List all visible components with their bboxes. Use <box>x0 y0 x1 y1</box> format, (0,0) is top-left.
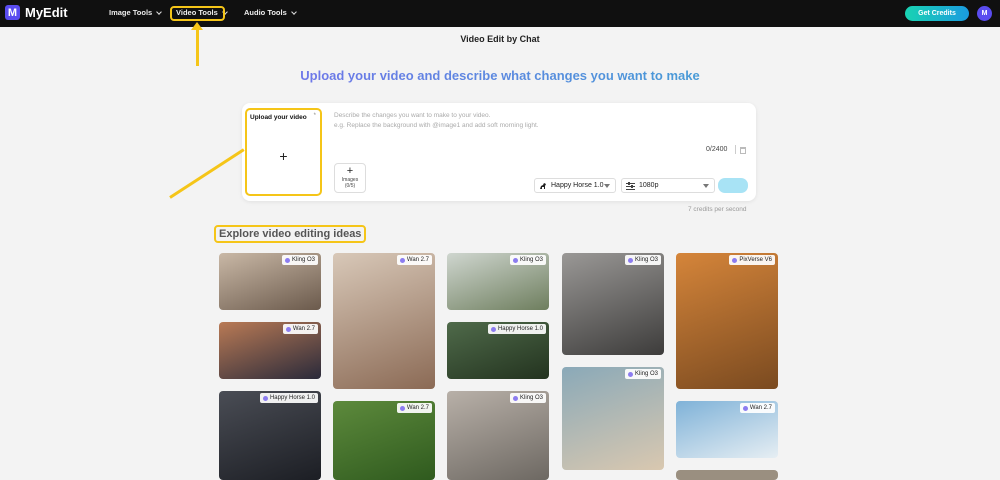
model-tag: Happy Horse 1.0 <box>487 324 546 334</box>
horse-icon <box>540 182 546 189</box>
video-tools-highlight <box>170 6 225 21</box>
gallery-tile-partial[interactable] <box>676 470 778 480</box>
annotation-arrow-vertical <box>196 26 199 66</box>
model-tag-label: Kling O3 <box>634 257 658 263</box>
model-tag: Kling O3 <box>509 393 546 403</box>
gallery-tile[interactable]: Kling O3 <box>219 253 321 310</box>
model-tag-label: Kling O3 <box>519 395 543 401</box>
upload-video-dropzone[interactable]: Upload your video * + <box>245 108 322 196</box>
model-tag-label: Kling O3 <box>634 371 658 377</box>
chevron-down-icon <box>703 184 709 188</box>
model-icon <box>399 405 405 411</box>
gallery-tile[interactable]: Wan 2.7 <box>333 253 435 389</box>
logo-text: MyEdit <box>25 5 68 20</box>
chevron-down-icon <box>604 184 610 188</box>
model-tag: Kling O3 <box>509 255 546 265</box>
model-tag-label: PixVerse V6 <box>739 257 772 263</box>
model-tag-label: Happy Horse 1.0 <box>497 326 543 332</box>
model-tag: Kling O3 <box>281 255 318 265</box>
gallery-tile[interactable]: Kling O3 <box>562 367 664 470</box>
model-tag: Kling O3 <box>624 255 661 265</box>
model-icon <box>512 257 518 263</box>
generate-button[interactable] <box>718 178 748 193</box>
images-count: (0/5) <box>344 183 356 189</box>
logo-mark-icon: M <box>5 5 20 20</box>
gallery-tile[interactable]: PixVerse V6 <box>676 253 778 389</box>
model-tag: Wan 2.7 <box>396 403 432 413</box>
gallery-tile[interactable]: Wan 2.7 <box>676 401 778 458</box>
top-nav-bar: M MyEdit Image Tools Video Tools Audio T… <box>0 0 1000 27</box>
upload-label: Upload your video <box>250 114 307 121</box>
page-headline: Upload your video and describe what chan… <box>0 68 1000 83</box>
gallery-tile[interactable]: Kling O3 <box>447 253 549 310</box>
model-tag: Happy Horse 1.0 <box>259 393 318 403</box>
divider <box>735 145 736 154</box>
gallery-tile[interactable]: Wan 2.7 <box>219 322 321 379</box>
gallery-tile[interactable]: Kling O3 <box>562 253 664 355</box>
gallery-tile[interactable]: Happy Horse 1.0 <box>219 391 321 480</box>
resolution-select-value: 1080p <box>639 182 659 189</box>
credits-note: 7 credits per second <box>688 206 747 213</box>
model-tag-label: Kling O3 <box>519 257 543 263</box>
chevron-down-icon <box>290 8 297 15</box>
model-tag: Wan 2.7 <box>396 255 432 265</box>
model-icon <box>490 326 496 332</box>
model-icon <box>732 257 738 263</box>
prompt-input-example: e.g. Replace the background with @image1… <box>334 122 539 129</box>
nav-image-tools-label: Image Tools <box>109 8 153 17</box>
nav-audio-tools[interactable]: Audio Tools <box>244 8 297 17</box>
gallery-tile[interactable]: Kling O3 <box>447 391 549 480</box>
model-icon <box>627 371 633 377</box>
model-select-value: Happy Horse 1.0 <box>551 182 604 189</box>
logo[interactable]: M MyEdit <box>5 5 68 20</box>
model-icon <box>285 326 291 332</box>
plus-icon: + <box>279 148 288 164</box>
model-tag: Kling O3 <box>624 369 661 379</box>
model-tag-label: Wan 2.7 <box>406 257 429 263</box>
trash-icon[interactable] <box>740 147 746 154</box>
model-icon <box>262 395 268 401</box>
character-counter: 0/2400 <box>706 146 728 153</box>
sliders-icon <box>626 181 635 190</box>
required-marker: * <box>313 113 316 119</box>
add-images-button[interactable]: + Images (0/5) <box>334 163 366 193</box>
model-select[interactable]: Happy Horse 1.0 <box>534 178 616 193</box>
model-icon <box>627 257 633 263</box>
nav-audio-tools-label: Audio Tools <box>244 8 287 17</box>
avatar[interactable]: M <box>977 6 992 21</box>
explore-section-title: Explore video editing ideas <box>214 225 367 243</box>
plus-icon: + <box>346 165 354 177</box>
get-credits-button[interactable]: Get Credits <box>905 6 969 21</box>
model-icon <box>512 395 518 401</box>
model-tag-label: Wan 2.7 <box>749 405 772 411</box>
chevron-down-icon <box>156 8 163 15</box>
annotation-arrow-diagonal <box>169 148 245 199</box>
gallery-tile[interactable]: Wan 2.7 <box>333 401 435 480</box>
model-tag-label: Wan 2.7 <box>406 405 429 411</box>
model-tag-label: Wan 2.7 <box>292 326 315 332</box>
model-icon <box>742 405 748 411</box>
page-title: Video Edit by Chat <box>460 34 540 44</box>
gallery-tile[interactable]: Happy Horse 1.0 <box>447 322 549 379</box>
model-tag-label: Happy Horse 1.0 <box>269 395 315 401</box>
prompt-input-placeholder[interactable]: Describe the changes you want to make to… <box>334 112 490 119</box>
model-tag: PixVerse V6 <box>729 255 775 265</box>
nav-image-tools[interactable]: Image Tools <box>109 8 163 17</box>
model-icon <box>399 257 405 263</box>
model-tag: Wan 2.7 <box>739 403 775 413</box>
model-tag: Wan 2.7 <box>282 324 318 334</box>
model-icon <box>284 257 290 263</box>
model-tag-label: Kling O3 <box>291 257 315 263</box>
resolution-select[interactable]: 1080p <box>621 178 715 193</box>
